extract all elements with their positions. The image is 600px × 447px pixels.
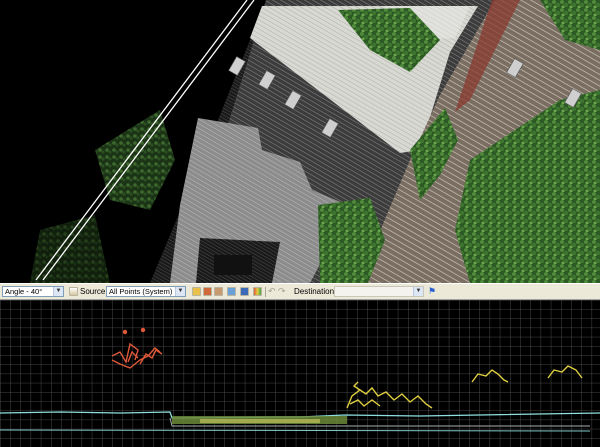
view-angle-combo[interactable]: Angle - 40° ▼ xyxy=(2,286,64,297)
flag-icon[interactable]: ⚑ xyxy=(428,286,436,297)
hand-icon[interactable] xyxy=(214,287,223,296)
destination-combo[interactable]: ▼ xyxy=(334,286,424,297)
point-cloud-viewer: Angle - 40° ▼ Source: All Points (System… xyxy=(0,0,600,447)
chevron-down-icon: ▼ xyxy=(175,287,185,296)
layer-icon[interactable] xyxy=(240,287,249,296)
invert-selection-icon[interactable] xyxy=(203,287,212,296)
profile-grid xyxy=(0,300,600,447)
view-angle-value: Angle - 40° xyxy=(5,287,43,296)
redo-icon[interactable]: ↷ xyxy=(278,286,286,297)
profile-toolbar: Angle - 40° ▼ Source: All Points (System… xyxy=(0,283,600,300)
shrub-profile xyxy=(172,416,347,424)
source-combo[interactable]: All Points (System) ▼ xyxy=(106,286,186,297)
source-label: Source: xyxy=(80,287,108,296)
palette-icon[interactable] xyxy=(253,287,262,296)
profile-render xyxy=(0,300,600,447)
profile-view-canvas[interactable] xyxy=(0,300,600,447)
source-value: All Points (System) xyxy=(109,287,173,296)
destination-label: Destination: xyxy=(294,287,337,296)
chevron-down-icon: ▼ xyxy=(413,287,423,296)
plan-view-canvas[interactable] xyxy=(0,0,600,283)
select-icon[interactable] xyxy=(192,287,201,296)
point-cloud-source-icon[interactable] xyxy=(69,287,78,296)
undo-icon[interactable]: ↶ xyxy=(268,286,276,297)
classify-icon[interactable] xyxy=(227,287,236,296)
plan-view-render xyxy=(0,0,600,283)
toolbar-separator xyxy=(265,287,266,297)
chevron-down-icon: ▼ xyxy=(53,287,63,296)
